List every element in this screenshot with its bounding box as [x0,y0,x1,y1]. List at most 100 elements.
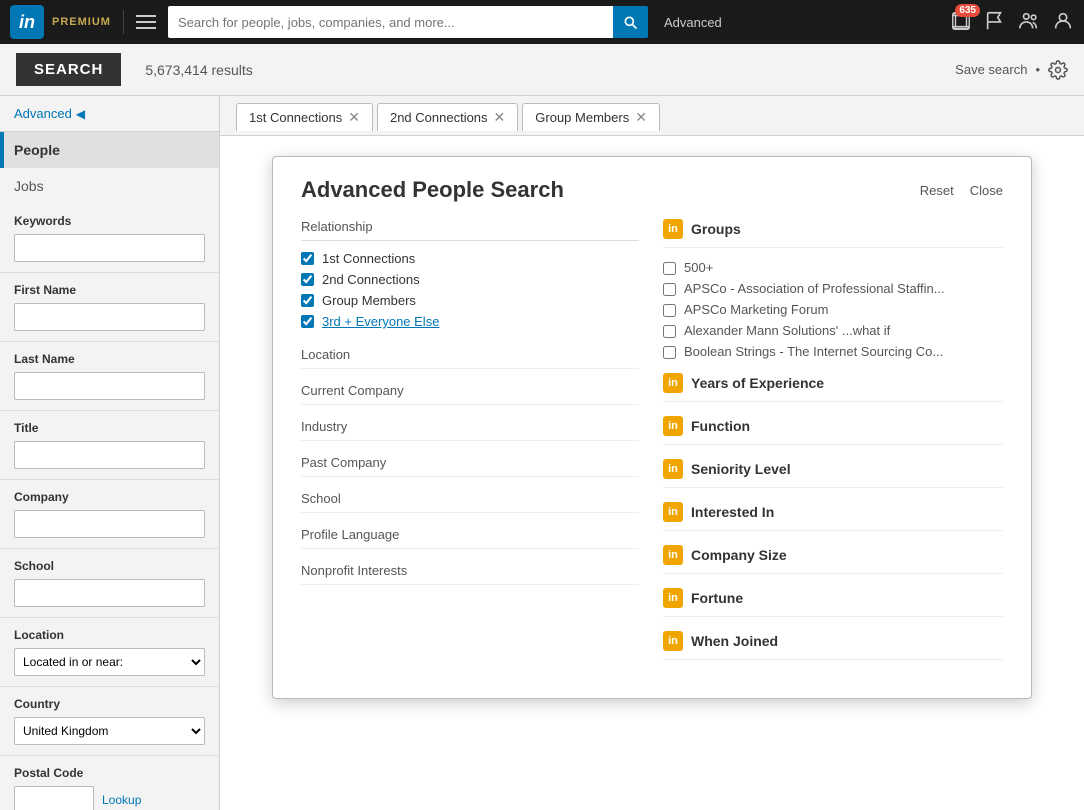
keywords-label: Keywords [14,214,205,228]
checkbox-3rd-everyone-input[interactable] [301,315,314,328]
search-submit-button[interactable] [613,6,648,38]
postal-row: Lookup [14,786,205,810]
group-500-checkbox[interactable] [663,262,676,275]
relationship-section: Relationship 1st Connections 2nd Connect… [301,219,639,329]
group-apsco-checkbox[interactable] [663,283,676,296]
postal-code-input[interactable] [14,786,94,810]
reset-link[interactable]: Reset [920,183,954,198]
company-size-section: in Company Size [663,545,1003,574]
group-apsco-label: APSCo - Association of Professional Staf… [684,281,945,296]
close-link[interactable]: Close [970,183,1003,198]
keywords-section: Keywords [0,204,219,273]
page-wrapper: SEARCH 5,673,414 results Save search • A… [0,44,1084,810]
years-experience-divider [663,401,1003,402]
group-boolean-checkbox[interactable] [663,346,676,359]
groups-in-badge: in [663,219,683,239]
profile-icon [1052,10,1074,32]
flag-icon-wrap[interactable] [984,10,1006,35]
industry-field-label: Industry [301,419,639,434]
when-joined-header: in When Joined [663,631,1003,651]
linkedin-logo[interactable]: in [10,5,44,39]
content-area: Advanced ◀ People Jobs Keywords First Na… [0,96,1084,810]
seniority-title: Seniority Level [691,461,791,477]
keywords-input[interactable] [14,234,205,262]
group-alexander-checkbox[interactable] [663,325,676,338]
school-input[interactable] [14,579,205,607]
save-search[interactable]: Save search • [955,60,1068,80]
relationship-divider [301,240,639,241]
nav-icons: 635 [950,10,1074,35]
company-input[interactable] [14,510,205,538]
sidebar-item-jobs[interactable]: Jobs [0,168,219,204]
top-navigation: in PREMIUM Advanced 635 [0,0,1084,44]
modal-body: Relationship 1st Connections 2nd Connect… [301,219,1003,674]
sidebar-advanced-link[interactable]: Advanced ◀ [0,96,219,132]
main-area-inner: Advanced People Search Reset Close Relat… [220,156,1084,756]
interested-in-badge: in [663,502,683,522]
advanced-nav-button[interactable]: Advanced [656,11,730,34]
checkbox-group-members-input[interactable] [301,294,314,307]
school-modal-field-label: School [301,491,639,506]
profile-icon-wrap[interactable] [1052,10,1074,35]
advanced-link-label: Advanced [14,106,72,121]
fortune-in-badge: in [663,588,683,608]
fortune-header: in Fortune [663,588,1003,608]
lookup-link[interactable]: Lookup [102,793,141,807]
location-field: Location [301,347,639,369]
modal-left-column: Relationship 1st Connections 2nd Connect… [301,219,639,674]
years-experience-in-badge: in [663,373,683,393]
tab-1st-connections[interactable]: 1st Connections ✕ [236,103,373,131]
groups-list: 500+ APSCo - Association of Professional… [663,260,1003,359]
school-modal-field: School [301,491,639,513]
current-company-field-label: Current Company [301,383,639,398]
tabs-row: 1st Connections ✕ 2nd Connections ✕ Grou… [220,96,1084,136]
hamburger-line [136,21,156,23]
country-select[interactable]: United Kingdom [14,717,205,745]
location-select[interactable]: Located in or near: [14,648,205,676]
tab-2nd-connections-close[interactable]: ✕ [494,110,506,124]
tab-group-members[interactable]: Group Members ✕ [522,103,660,131]
people-icon-wrap[interactable] [1018,10,1040,35]
location-label: Location [14,628,205,642]
checkbox-2nd-connections-input[interactable] [301,273,314,286]
tab-1st-connections-close[interactable]: ✕ [348,110,360,124]
title-label: Title [14,421,205,435]
checkbox-group-members: Group Members [301,293,639,308]
company-label: Company [14,490,205,504]
school-label: School [14,559,205,573]
group-apsco-marketing-label: APSCo Marketing Forum [684,302,829,317]
checkbox-2nd-connections-label: 2nd Connections [322,272,420,287]
seniority-header: in Seniority Level [663,459,1003,479]
group-500-label: 500+ [684,260,713,275]
tab-2nd-connections[interactable]: 2nd Connections ✕ [377,103,518,131]
seniority-section: in Seniority Level [663,459,1003,488]
modal-title: Advanced People Search [301,177,564,203]
seniority-divider [663,487,1003,488]
industry-field-divider [301,440,639,441]
company-size-in-badge: in [663,545,683,565]
first-name-input[interactable] [14,303,205,331]
title-input[interactable] [14,441,205,469]
flag-icon [984,10,1006,32]
postal-code-section: Postal Code Lookup [0,756,219,810]
past-company-field-divider [301,476,639,477]
sidebar-item-people[interactable]: People [0,132,219,168]
tab-group-members-close[interactable]: ✕ [635,110,647,124]
company-size-divider [663,573,1003,574]
tab-group-members-label: Group Members [535,110,629,125]
settings-icon[interactable] [1048,60,1068,80]
when-joined-section: in When Joined [663,631,1003,660]
search-input[interactable] [168,6,613,38]
nav-divider [123,10,124,34]
hamburger-menu[interactable] [132,11,160,33]
notifications-icon-wrap[interactable]: 635 [950,10,972,35]
nonprofit-interests-field: Nonprofit Interests [301,563,639,585]
group-apsco-marketing-checkbox[interactable] [663,304,676,317]
last-name-section: Last Name [0,342,219,411]
checkbox-3rd-everyone-label[interactable]: 3rd + Everyone Else [322,314,439,329]
save-search-label: Save search [955,62,1027,77]
group-500-item: 500+ [663,260,1003,275]
last-name-input[interactable] [14,372,205,400]
checkbox-1st-connections-input[interactable] [301,252,314,265]
past-company-field: Past Company [301,455,639,477]
